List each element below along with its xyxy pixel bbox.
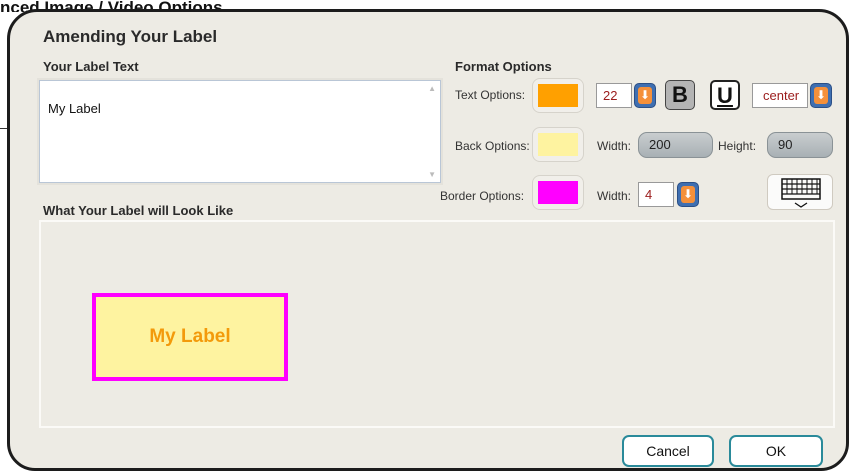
text-color-swatch[interactable]	[532, 78, 584, 113]
scroll-up-arrow-icon[interactable]: ▲	[428, 84, 436, 93]
text-align-dropdown-button[interactable]: ⬇	[810, 83, 832, 108]
font-size-dropdown-button[interactable]: ⬇	[634, 83, 656, 108]
label-text-heading: Your Label Text	[43, 59, 139, 74]
underline-toggle-button[interactable]: U	[710, 80, 740, 110]
label-preview-area: My Label	[39, 220, 835, 428]
arrow-down-icon: ⬇	[681, 186, 695, 203]
label-text-input[interactable]: My Label ▲ ▼	[39, 80, 441, 183]
bold-toggle-button[interactable]: B	[665, 80, 695, 110]
text-align-select[interactable]: center	[752, 83, 808, 108]
border-color-swatch[interactable]	[532, 175, 584, 210]
label-text-value: My Label	[48, 101, 101, 116]
back-width-field[interactable]: 200	[638, 132, 713, 158]
back-color-fill	[538, 133, 578, 156]
cancel-button[interactable]: Cancel	[622, 435, 714, 467]
border-width-label: Width:	[597, 189, 632, 203]
dialog-title: Amending Your Label	[43, 27, 218, 46]
font-size-input[interactable]: 22	[596, 83, 632, 108]
arrow-down-icon: ⬇	[814, 87, 828, 104]
back-height-field[interactable]: 90	[767, 132, 833, 158]
amend-label-dialog: Amending Your Label Your Label Text My L…	[7, 9, 849, 471]
label-preview: My Label	[92, 293, 288, 381]
back-options-label: Back Options:	[455, 139, 530, 153]
format-options-heading: Format Options	[455, 59, 552, 74]
border-width-dropdown-button[interactable]: ⬇	[677, 182, 699, 207]
back-height-label: Height:	[718, 139, 757, 153]
arrow-down-icon: ⬇	[638, 87, 652, 104]
ok-button[interactable]: OK	[729, 435, 823, 467]
preview-heading: What Your Label will Look Like	[43, 203, 234, 218]
keyboard-toggle-button[interactable]	[767, 174, 833, 210]
text-color-fill	[538, 84, 578, 107]
scroll-down-arrow-icon[interactable]: ▼	[428, 170, 436, 179]
border-color-fill	[538, 181, 578, 204]
border-options-label: Border Options:	[440, 189, 525, 203]
back-width-label: Width:	[597, 139, 632, 153]
keyboard-icon	[781, 178, 821, 208]
text-options-label: Text Options:	[455, 88, 526, 102]
border-width-input[interactable]: 4	[638, 182, 674, 207]
back-color-swatch[interactable]	[532, 127, 584, 162]
